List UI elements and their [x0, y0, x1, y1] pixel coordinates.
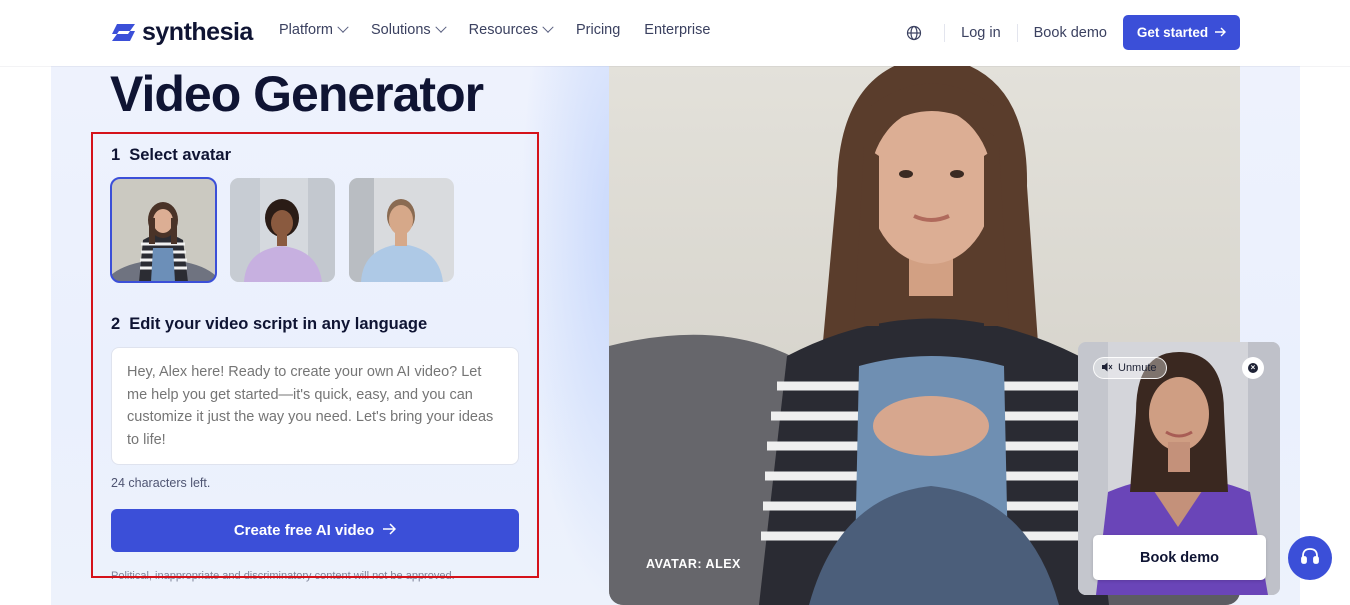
chevron-down-icon: [337, 21, 349, 33]
close-icon: ×: [1248, 363, 1258, 373]
script-input[interactable]: [111, 347, 519, 465]
widget-book-demo-button[interactable]: Book demo: [1093, 535, 1266, 580]
get-started-button[interactable]: Get started: [1123, 15, 1240, 50]
nav-label: Platform: [279, 22, 333, 38]
book-demo-link[interactable]: Book demo: [1018, 25, 1123, 41]
step-label: Select avatar: [129, 146, 232, 164]
unmute-button[interactable]: Unmute: [1093, 357, 1167, 379]
chevron-down-icon: [434, 21, 447, 33]
headset-icon: [1299, 545, 1321, 572]
characters-left: 24 characters left.: [111, 476, 211, 490]
step-1-title: 1 Select avatar: [111, 146, 231, 165]
nav-platform[interactable]: Platform: [279, 21, 349, 38]
get-started-label: Get started: [1136, 25, 1209, 40]
page: synthesia Platform Solutions Resources P…: [0, 0, 1350, 605]
create-video-label: Create free AI video: [233, 522, 375, 539]
main-nav: Platform Solutions Resources Pricing Ent…: [279, 21, 710, 38]
synthesia-logo[interactable]: synthesia: [111, 17, 253, 46]
nav-label: Resources: [468, 22, 538, 38]
avatar-name-label: AVATAR: ALEX: [646, 557, 741, 571]
nav-resources[interactable]: Resources: [468, 21, 554, 38]
login-link[interactable]: Log in: [945, 25, 1017, 41]
avatar-selector: [110, 177, 454, 283]
page-title: Video Generator: [110, 66, 484, 122]
avatar-option-3[interactable]: [349, 178, 454, 282]
step-number: 2: [111, 315, 121, 333]
nav-label: Enterprise: [644, 22, 711, 38]
site-header: synthesia Platform Solutions Resources P…: [0, 0, 1350, 66]
globe-icon[interactable]: [906, 25, 922, 41]
arrow-right-icon: [1214, 25, 1227, 40]
speaker-muted-icon: [1102, 362, 1113, 375]
support-chat-button[interactable]: [1288, 536, 1332, 580]
nav-enterprise[interactable]: Enterprise: [644, 22, 710, 38]
nav-label: Solutions: [371, 22, 431, 38]
nav-label: Pricing: [575, 22, 621, 38]
close-widget-button[interactable]: ×: [1242, 357, 1264, 379]
logo-wordmark: synthesia: [142, 17, 253, 46]
content-disclaimer: Political, inappropriate and discriminat…: [111, 570, 455, 582]
unmute-label: Unmute: [1118, 362, 1157, 374]
avatar-option-2[interactable]: [230, 178, 335, 282]
create-video-button[interactable]: Create free AI video: [111, 509, 519, 552]
step-2-title: 2 Edit your video script in any language: [111, 315, 427, 334]
step-label: Edit your video script in any language: [129, 315, 428, 333]
header-actions: Log in Book demo Get started: [906, 15, 1240, 50]
nav-pricing[interactable]: Pricing: [576, 22, 620, 38]
nav-solutions[interactable]: Solutions: [371, 21, 447, 38]
chevron-down-icon: [542, 21, 554, 33]
step-number: 1: [111, 146, 121, 164]
avatar-option-alex[interactable]: [110, 177, 217, 283]
synthesia-logo-icon: [111, 23, 136, 42]
arrow-right-icon: [382, 522, 397, 539]
